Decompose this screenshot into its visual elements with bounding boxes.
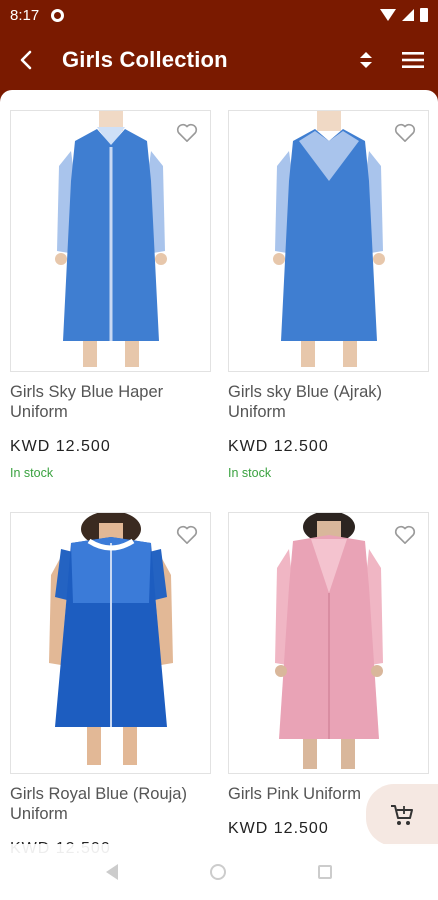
signal-icon (402, 9, 414, 21)
product-card[interactable]: Girls Royal Blue (Rouja) Uniform KWD 12.… (10, 512, 211, 868)
wifi-icon (380, 9, 396, 21)
product-price: KWD 12.500 (228, 438, 329, 455)
product-image[interactable] (10, 512, 211, 774)
add-to-cart-icon (391, 805, 413, 825)
product-name[interactable]: Girls Sky Blue Haper Uniform (10, 382, 211, 422)
uniform-dress-image (49, 513, 173, 765)
sort-button[interactable] (344, 30, 388, 90)
app-bar: Girls Collection (0, 30, 438, 90)
nav-back-icon[interactable] (106, 864, 118, 880)
system-nav-bar (0, 844, 438, 900)
nav-home-icon[interactable] (210, 864, 226, 880)
page-title: Girls Collection (62, 47, 228, 72)
uniform-dress-image (275, 513, 383, 769)
wishlist-heart-icon[interactable] (394, 123, 416, 143)
battery-icon (420, 8, 428, 22)
product-card[interactable]: Girls Sky Blue Haper Uniform KWD 12.500 … (10, 110, 211, 480)
hamburger-menu-icon (402, 52, 424, 68)
stock-status: In stock (10, 466, 54, 480)
nav-recent-apps-icon[interactable] (318, 865, 332, 879)
uniform-dress-image (273, 111, 385, 367)
sort-icon (360, 52, 372, 68)
menu-button[interactable] (388, 30, 438, 90)
status-icons (380, 8, 428, 22)
product-image[interactable] (228, 110, 429, 372)
product-name[interactable]: Girls Royal Blue (Rouja) Uniform (10, 784, 211, 824)
status-time: 8:17 (10, 6, 40, 24)
product-name[interactable]: Girls sky Blue (Ajrak) Uniform (228, 382, 429, 422)
product-image[interactable] (228, 512, 429, 774)
settings-gear-icon (51, 8, 65, 22)
cart-button[interactable] (366, 784, 438, 846)
uniform-dress-image (55, 111, 167, 367)
status-bar: 8:17 (0, 0, 438, 30)
product-image[interactable] (10, 110, 211, 372)
wishlist-heart-icon[interactable] (176, 123, 198, 143)
product-card[interactable]: Girls sky Blue (Ajrak) Uniform KWD 12.50… (228, 110, 429, 480)
product-grid: Girls Sky Blue Haper Uniform KWD 12.500 … (0, 90, 438, 900)
back-button[interactable] (0, 30, 54, 90)
product-price: KWD 12.500 (10, 438, 111, 455)
wishlist-heart-icon[interactable] (394, 525, 416, 545)
stock-status: In stock (228, 466, 272, 480)
back-arrow-icon (20, 50, 32, 70)
wishlist-heart-icon[interactable] (176, 525, 198, 545)
